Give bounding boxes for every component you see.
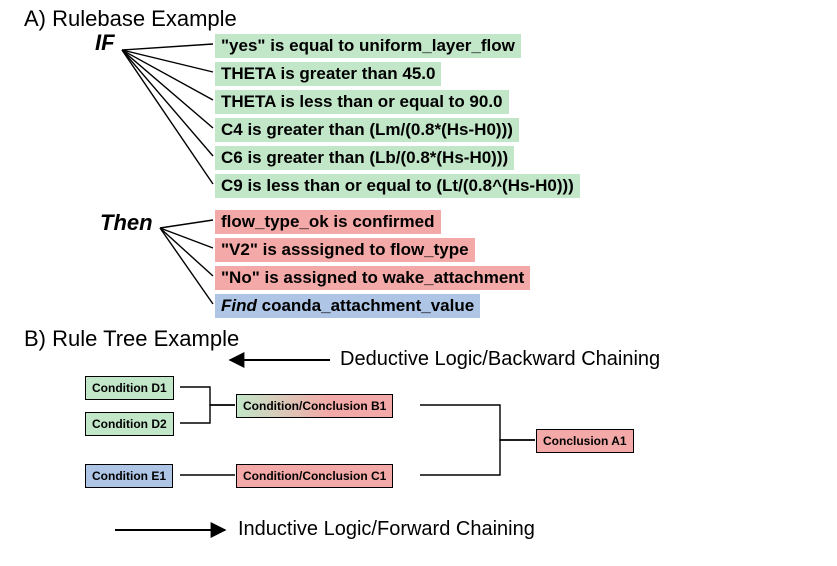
then-find-prefix: Find [221,296,257,315]
box-condition-d2: Condition D2 [85,412,174,436]
then-action-1: "V2" is asssigned to flow_type [215,238,475,262]
box-condition-conclusion-c1: Condition/Conclusion C1 [236,464,393,488]
section-a-title: A) Rulebase Example [24,6,237,32]
keyword-if: IF [95,30,115,56]
if-rule-3: C4 is greater than (Lm/(0.8*(Hs-H0))) [215,118,519,142]
section-b-title: B) Rule Tree Example [24,326,239,352]
if-rule-4: C6 is greater than (Lb/(0.8*(Hs-H0))) [215,146,514,170]
keyword-then: Then [100,210,153,236]
then-action-2: "No" is assigned to wake_attachment [215,266,530,290]
if-rule-5: C9 is less than or equal to (Lt/(0.8^(Hs… [215,174,580,198]
label-deductive: Deductive Logic/Backward Chaining [340,348,660,371]
label-inductive: Inductive Logic/Forward Chaining [238,518,535,541]
if-rule-1: THETA is greater than 45.0 [215,62,441,86]
then-action-0: flow_type_ok is confirmed [215,210,441,234]
box-condition-e1: Condition E1 [85,464,173,488]
if-rule-0: "yes" is equal to uniform_layer_flow [215,34,521,58]
page-root: A) Rulebase Example IF Then "yes" is equ… [0,0,837,566]
box-condition-d1: Condition D1 [85,376,174,400]
then-find: Find coanda_attachment_value [215,294,480,318]
if-rule-2: THETA is less than or equal to 90.0 [215,90,509,114]
box-conclusion-a1: Conclusion A1 [536,429,634,453]
box-condition-conclusion-b1: Condition/Conclusion B1 [236,394,393,418]
then-find-rest: coanda_attachment_value [257,296,474,315]
